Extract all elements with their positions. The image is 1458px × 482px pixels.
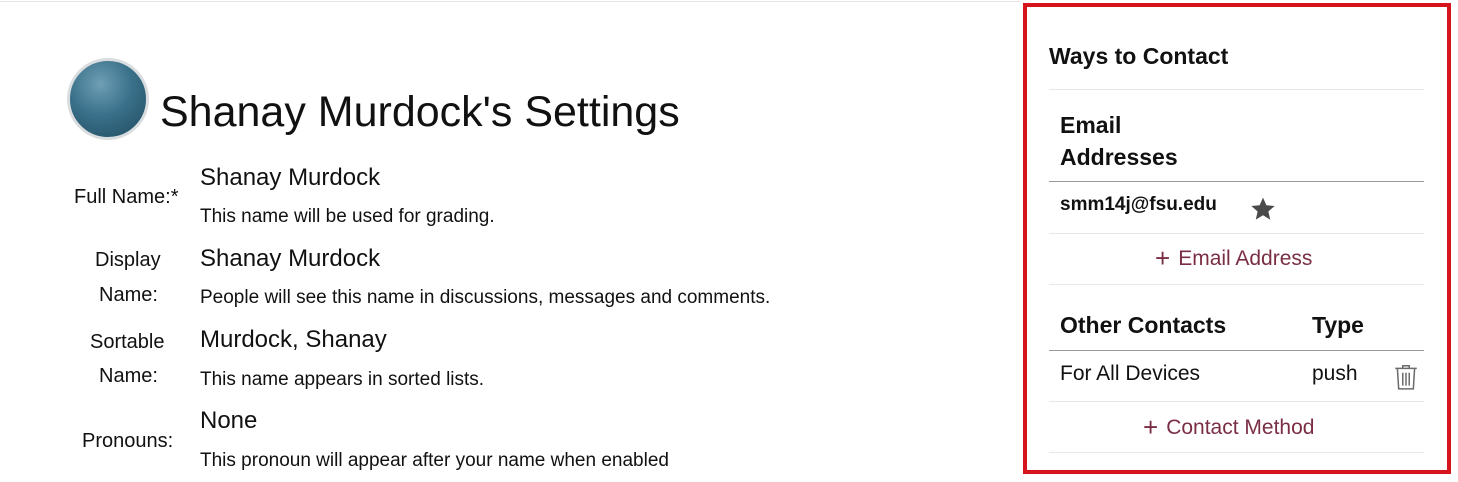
contact-name: For All Devices: [1060, 362, 1201, 385]
pronouns-hint: This pronoun will appear after your name…: [200, 450, 669, 471]
display-name-label-line2: Name:: [99, 284, 158, 306]
page-title: Shanay Murdock's Settings: [160, 88, 680, 136]
sortable-name-hint: This name appears in sorted lists.: [200, 369, 485, 390]
full-name-label: Full Name:*: [74, 186, 179, 208]
add-email-address-link[interactable]: + Email Address: [1155, 243, 1312, 274]
add-email-label: Email Address: [1178, 247, 1313, 270]
add-contact-label: Contact Method: [1166, 416, 1315, 439]
trash-icon[interactable]: [1393, 363, 1419, 391]
divider: [1049, 284, 1424, 285]
plus-icon: +: [1155, 243, 1171, 273]
panel-title: Ways to Contact: [1049, 43, 1229, 69]
display-name-value: Shanay Murdock: [200, 245, 381, 272]
divider: [1049, 452, 1424, 453]
email-header-line1: Email: [1060, 112, 1122, 138]
settings-main: Shanay Murdock's Settings Full Name:* Sh…: [0, 0, 1000, 482]
type-header: Type: [1312, 312, 1364, 338]
ways-to-contact-panel: Ways to Contact Email Addresses smm14j@f…: [1023, 3, 1451, 474]
other-contacts-header: Other Contacts: [1060, 312, 1227, 338]
star-icon[interactable]: [1249, 195, 1277, 223]
email-address[interactable]: smm14j@fsu.edu: [1060, 194, 1217, 216]
sortable-name-value: Murdock, Shanay: [200, 326, 387, 353]
email-header-rule: [1049, 181, 1424, 182]
full-name-value: Shanay Murdock: [200, 164, 381, 191]
divider: [1049, 89, 1424, 90]
plus-icon: +: [1143, 412, 1159, 442]
pronouns-value: None: [200, 407, 258, 434]
contact-type: push: [1312, 362, 1358, 385]
divider: [1049, 401, 1424, 402]
email-header-line2: Addresses: [1060, 144, 1178, 170]
pronouns-label: Pronouns:: [82, 430, 174, 452]
avatar[interactable]: [67, 58, 149, 140]
sortable-name-label-line2: Name:: [99, 365, 158, 387]
display-name-hint: People will see this name in discussions…: [200, 287, 771, 308]
divider: [1049, 233, 1424, 234]
add-contact-method-link[interactable]: + Contact Method: [1143, 412, 1314, 443]
full-name-hint: This name will be used for grading.: [200, 206, 495, 227]
display-name-label-line1: Display: [95, 249, 161, 271]
other-contacts-header-rule: [1049, 350, 1424, 351]
sortable-name-label-line1: Sortable: [90, 331, 165, 353]
